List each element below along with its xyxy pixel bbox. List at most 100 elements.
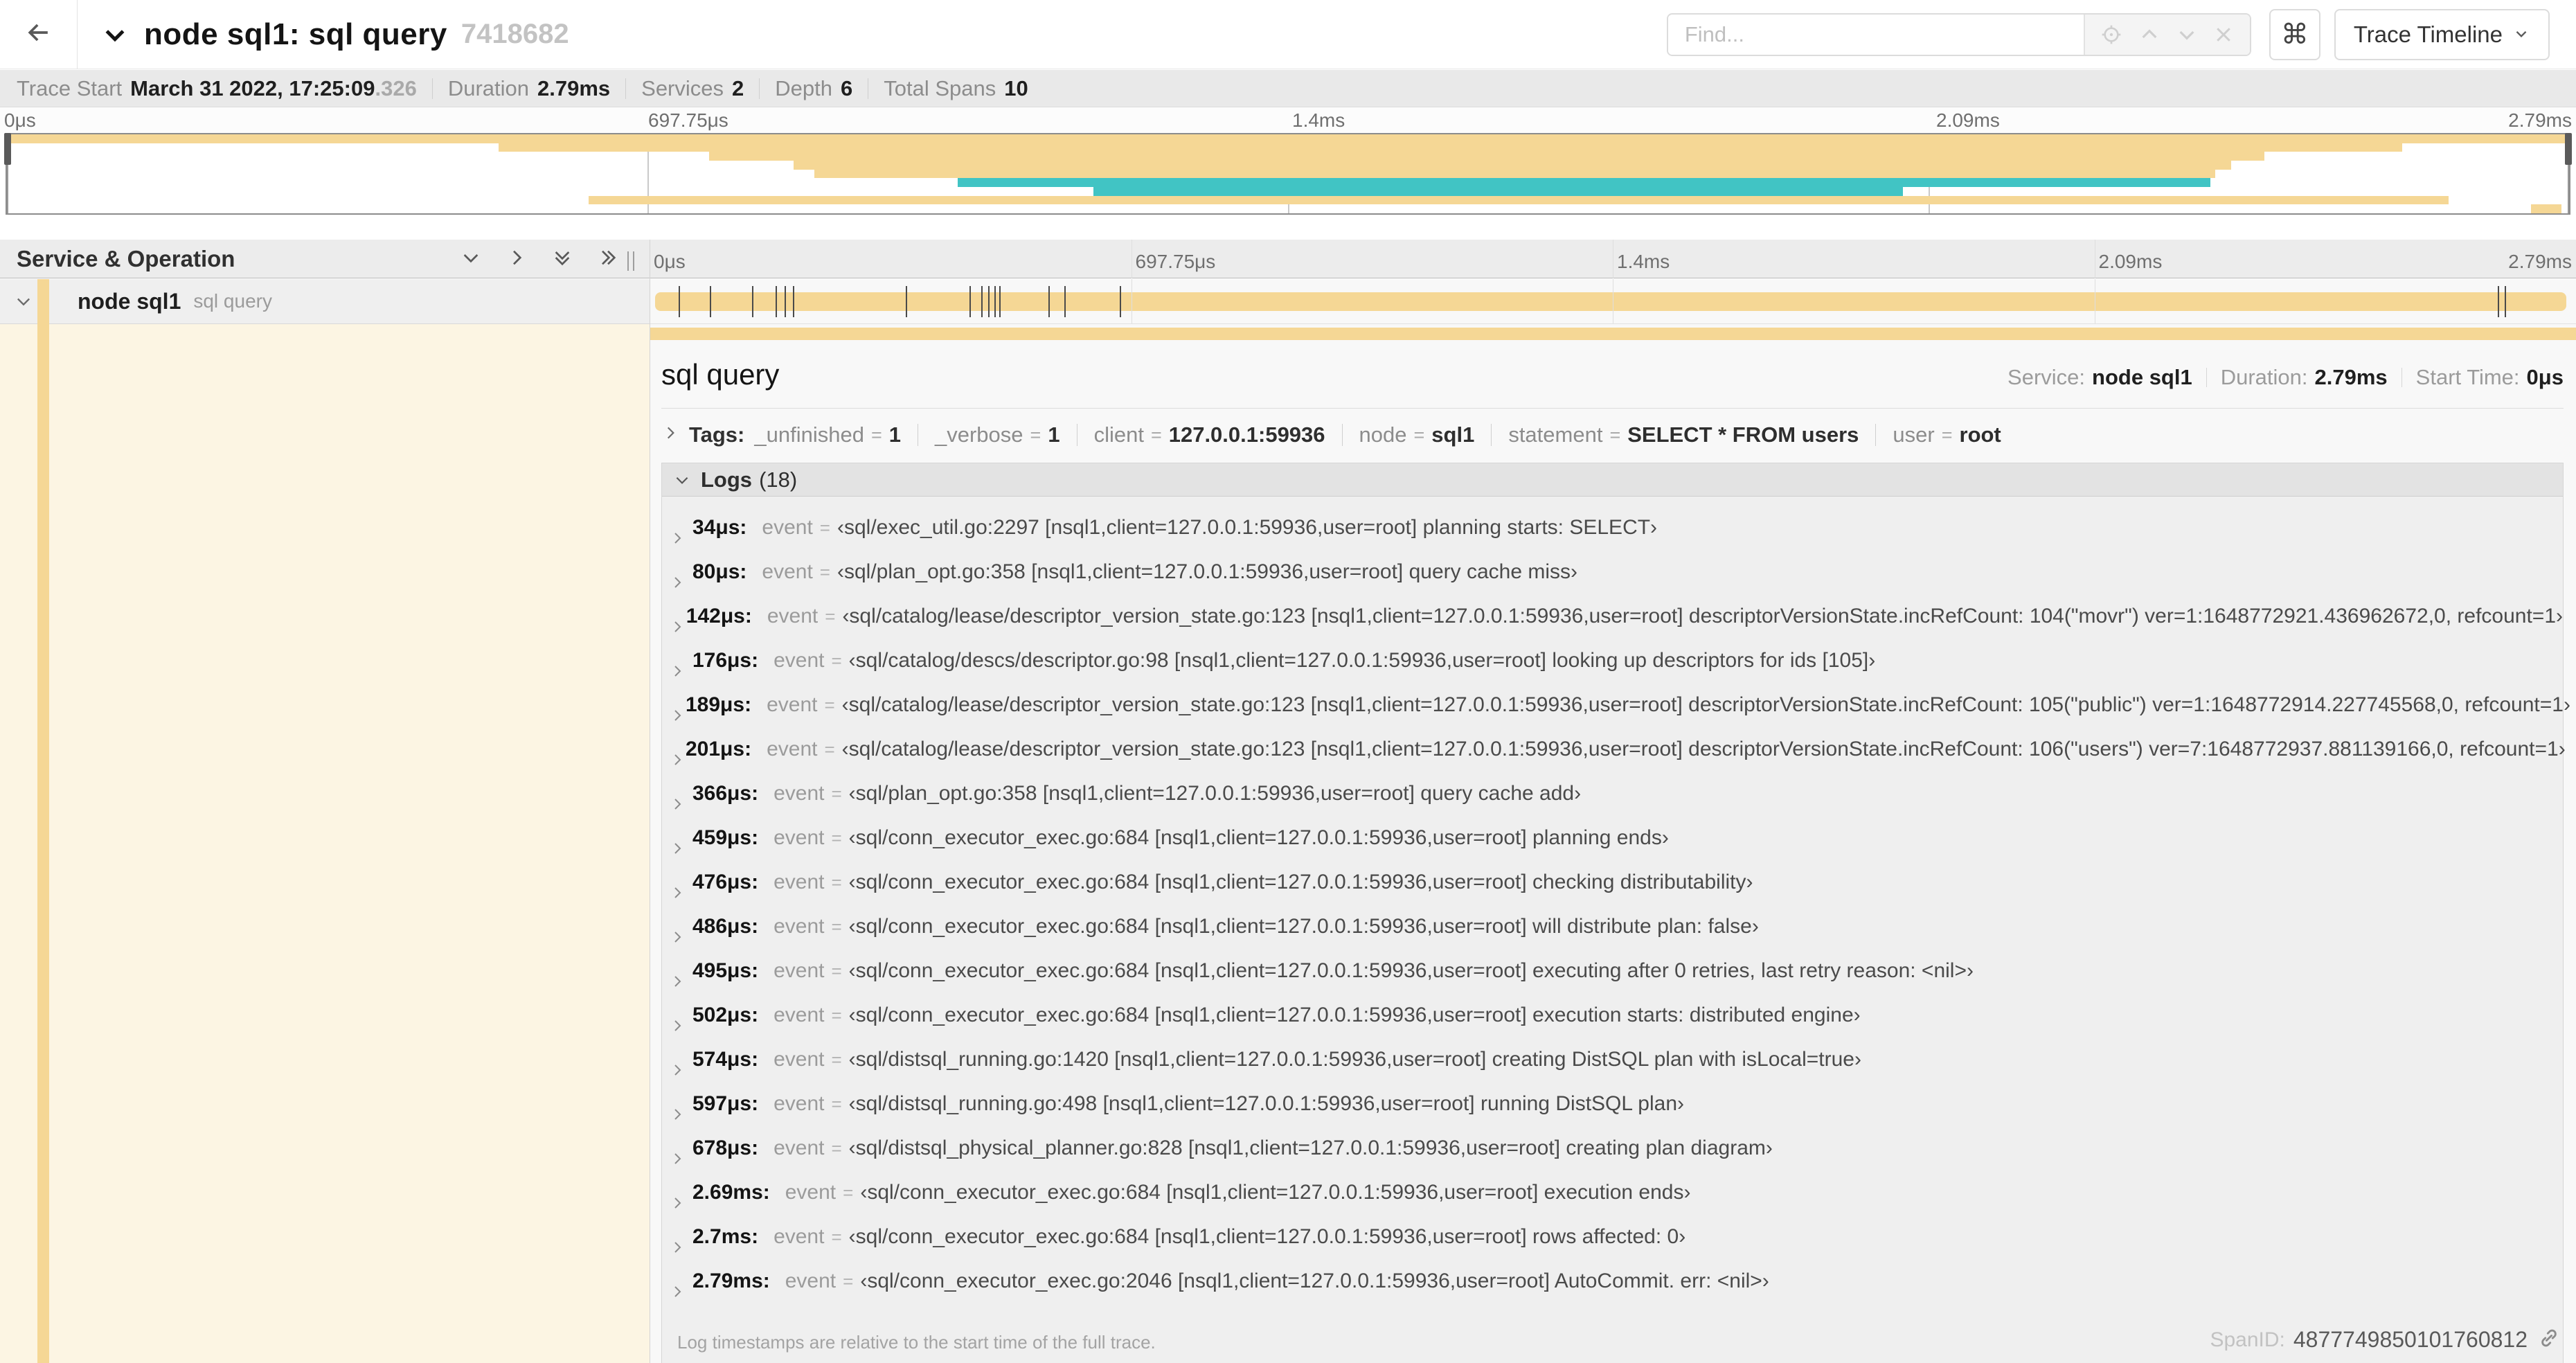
log-event-key: event xyxy=(767,605,819,627)
back-button[interactable] xyxy=(0,0,78,69)
log-timestamp: 502μs: xyxy=(692,1004,759,1026)
expand-one-icon[interactable] xyxy=(506,247,528,272)
log-event-message: ‹sql/catalog/lease/descriptor_version_st… xyxy=(841,693,2570,716)
log-marker-tick[interactable] xyxy=(1064,286,1066,317)
selected-span-row-background xyxy=(0,324,650,1363)
span-id-footer: SpanID: 4877749850101760812 xyxy=(2210,1326,2561,1353)
tag-item: _unfinished = 1 xyxy=(754,422,901,447)
log-entry-row[interactable]: 476μs: event = ‹sql/conn_executor_exec.go:6… xyxy=(669,871,2563,915)
minimap-time-ruler: 0μs 697.75μs 1.4ms 2.09ms 2.79ms xyxy=(0,107,2576,133)
log-marker-tick[interactable] xyxy=(678,286,680,317)
collapse-trace-chevron-icon[interactable] xyxy=(101,21,129,48)
span-collapse-chevron-icon[interactable] xyxy=(14,292,33,311)
log-entry-row[interactable]: 597μs: event = ‹sql/distsql_running.go:498 … xyxy=(669,1092,2563,1137)
log-marker-tick[interactable] xyxy=(2504,286,2506,317)
trace-info-label: Depth xyxy=(775,75,832,100)
expand-all-icon[interactable] xyxy=(597,247,619,272)
link-icon[interactable] xyxy=(2537,1326,2561,1353)
log-entry-row[interactable]: 176μs: event = ‹sql/catalog/descs/descripto… xyxy=(669,649,2563,693)
trace-minimap[interactable] xyxy=(4,133,2572,215)
chevron-right-icon xyxy=(669,618,686,635)
viewing-range-scrubber[interactable] xyxy=(4,133,11,165)
equals-sign: = xyxy=(824,695,835,715)
find-input[interactable] xyxy=(1667,14,2084,55)
chevron-right-icon xyxy=(669,973,692,990)
log-entry-row[interactable]: 486μs: event = ‹sql/conn_executor_exec.go:6… xyxy=(669,915,2563,959)
tag-key: node xyxy=(1359,422,1407,447)
log-timestamp: 189μs: xyxy=(686,693,752,716)
log-event-message: ‹sql/conn_executor_exec.go:684 [nsql1,cl… xyxy=(848,1004,1861,1026)
log-entry-row[interactable]: 366μs: event = ‹sql/plan_opt.go:358 [nsql1,… xyxy=(669,782,2563,826)
minimap-span-bar xyxy=(7,134,2569,143)
log-marker-tick[interactable] xyxy=(2498,286,2500,317)
span-id-label: SpanID: xyxy=(2210,1328,2285,1351)
chevron-right-icon xyxy=(669,1195,692,1211)
log-entry-row[interactable]: 678μs: event = ‹sql/distsql_physical_planne… xyxy=(669,1137,2563,1181)
trace-id: 7418682 xyxy=(460,19,569,49)
span-row-name-column[interactable]: node sql1 sql query xyxy=(0,279,650,324)
tags-row[interactable]: Tags: _unfinished = 1 _verbose = 1 client = 127.… xyxy=(650,409,2576,447)
log-marker-tick[interactable] xyxy=(981,286,983,317)
log-event-key: event xyxy=(773,649,825,672)
log-entry-row[interactable]: 502μs: event = ‹sql/conn_executor_exec.go:6… xyxy=(669,1004,2563,1048)
span-color-accent-bar xyxy=(650,328,2576,340)
log-timestamp: 476μs: xyxy=(692,871,759,893)
equals-sign: = xyxy=(831,828,842,848)
log-entry-row[interactable]: 189μs: event = ‹sql/catalog/lease/descripto… xyxy=(669,693,2570,738)
log-marker-tick[interactable] xyxy=(752,286,754,317)
log-marker-tick[interactable] xyxy=(994,286,996,317)
keyboard-shortcuts-button[interactable]: ⌘ xyxy=(2269,8,2320,60)
log-marker-tick[interactable] xyxy=(784,286,786,317)
log-event-key: event xyxy=(773,871,825,893)
span-duration-bar[interactable] xyxy=(655,286,2566,317)
log-entry-row[interactable]: 495μs: event = ‹sql/conn_executor_exec.go:6… xyxy=(669,959,2563,1004)
viewing-range-scrubber[interactable] xyxy=(2565,133,2572,165)
minimap-span-bar xyxy=(588,195,2449,205)
log-marker-tick[interactable] xyxy=(710,286,712,317)
logs-header[interactable]: Logs (18) xyxy=(662,463,2563,497)
match-target-icon[interactable] xyxy=(2100,24,2122,46)
log-event-key: event xyxy=(767,693,818,716)
log-event-key: event xyxy=(773,915,825,938)
service-color-stripe xyxy=(37,279,49,324)
operation-name: sql query xyxy=(193,290,272,312)
log-marker-tick[interactable] xyxy=(969,286,972,317)
log-entry-row[interactable]: 142μs: event = ‹sql/catalog/lease/descripto… xyxy=(669,605,2563,649)
log-entry-row[interactable]: 2.69ms: event = ‹sql/conn_executor_exec.go:… xyxy=(669,1181,2563,1225)
chevron-right-icon xyxy=(669,884,692,901)
info-separator xyxy=(625,78,627,99)
log-entry-row[interactable]: 34μs: event = ‹sql/exec_util.go:2297 [nsql1… xyxy=(669,516,2563,560)
prev-match-icon[interactable] xyxy=(2138,24,2161,46)
equals-sign: = xyxy=(831,872,842,893)
log-entry-row[interactable]: 574μs: event = ‹sql/distsql_running.go:1420… xyxy=(669,1048,2563,1092)
equals-sign: = xyxy=(825,606,836,627)
column-resizer-grip[interactable] xyxy=(627,249,641,273)
collapse-one-icon[interactable] xyxy=(460,247,482,272)
tag-item: node = sql1 xyxy=(1359,422,1475,447)
tag-key: client xyxy=(1093,422,1144,447)
trace-info-item: Trace Start March 31 2022, 17:25:09.326 xyxy=(17,76,417,101)
log-timestamp: 80μs: xyxy=(692,560,747,583)
log-timestamp: 574μs: xyxy=(692,1048,759,1071)
log-entry-row[interactable]: 80μs: event = ‹sql/plan_opt.go:358 [nsql1,c… xyxy=(669,560,2563,605)
trace-timeline-dropdown[interactable]: Trace Timeline xyxy=(2334,8,2550,60)
log-event-key: event xyxy=(785,1181,837,1204)
log-marker-tick[interactable] xyxy=(792,286,794,317)
log-entry-row[interactable]: 2.7ms: event = ‹sql/conn_executor_exec.go:6… xyxy=(669,1225,2563,1270)
log-marker-tick[interactable] xyxy=(987,286,990,317)
trace-info-value-suffix: .326 xyxy=(375,75,417,100)
next-match-icon[interactable] xyxy=(2176,24,2198,46)
log-entry-row[interactable]: 459μs: event = ‹sql/conn_executor_exec.go:6… xyxy=(669,826,2563,871)
trace-info-label: Total Spans xyxy=(884,75,996,100)
clear-find-icon[interactable] xyxy=(2213,24,2234,45)
minimap-span-bar xyxy=(814,169,2216,179)
log-entry-row[interactable]: 201μs: event = ‹sql/catalog/lease/descripto… xyxy=(669,738,2566,782)
log-marker-tick[interactable] xyxy=(999,286,1001,317)
log-marker-tick[interactable] xyxy=(906,286,908,317)
span-row-timeline[interactable] xyxy=(650,279,2576,324)
collapse-all-icon[interactable] xyxy=(551,247,573,272)
log-marker-tick[interactable] xyxy=(1119,286,1121,317)
log-entry-row[interactable]: 2.79ms: event = ‹sql/conn_executor_exec.go:… xyxy=(669,1270,2563,1314)
log-marker-tick[interactable] xyxy=(776,286,778,317)
log-marker-tick[interactable] xyxy=(1048,286,1050,317)
